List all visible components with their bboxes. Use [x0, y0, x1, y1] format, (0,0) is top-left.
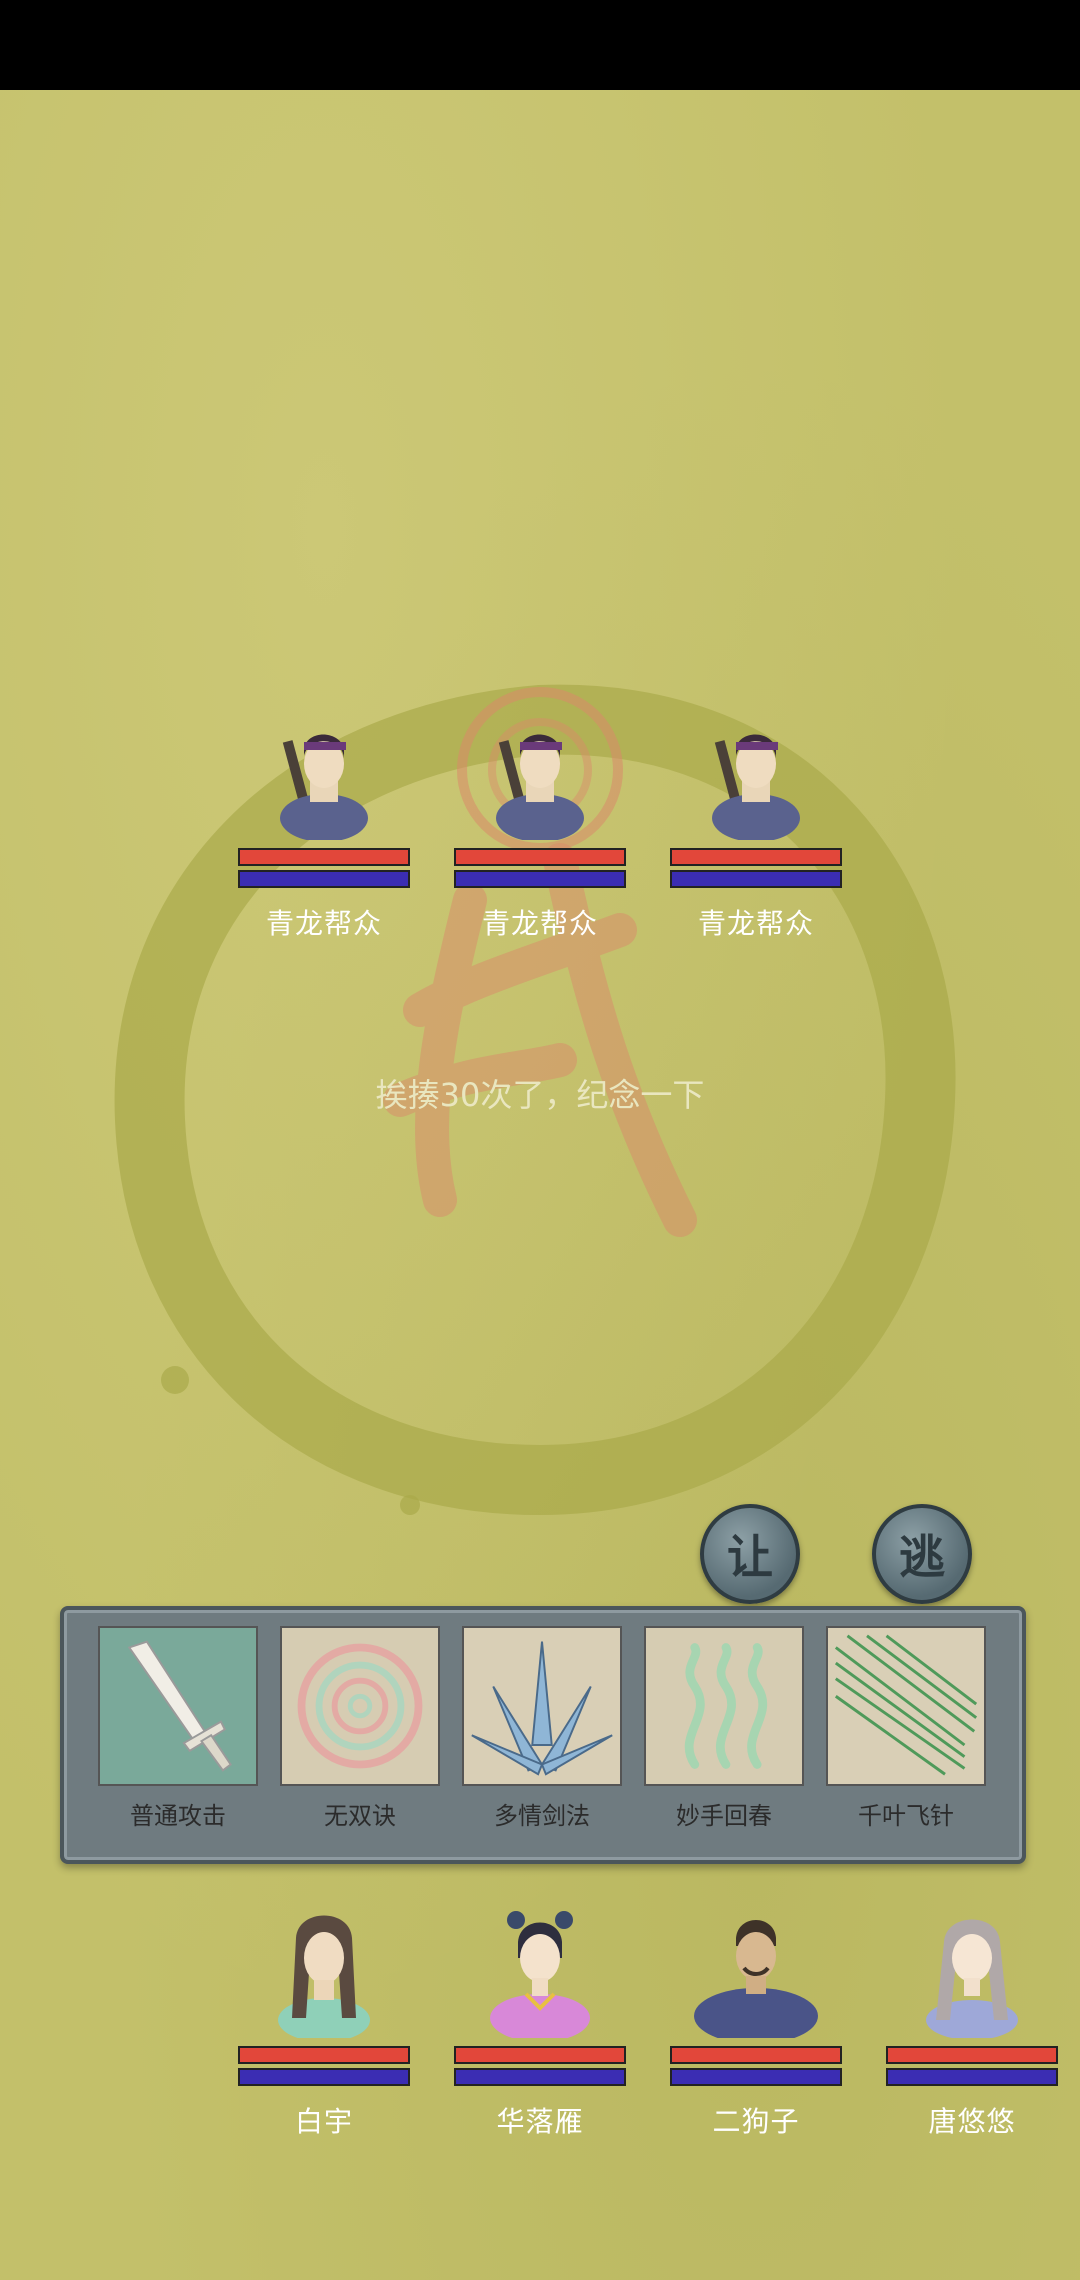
party-member-name: 华落雁 — [496, 2105, 584, 2138]
mp-bar — [670, 870, 842, 888]
bandit-portrait — [280, 734, 368, 842]
flee-button[interactable]: 逃 — [872, 1504, 972, 1604]
skill-label: 多情剑法 — [494, 1802, 590, 1830]
party-member[interactable]: 华落雁 — [454, 1898, 626, 2140]
hp-bar — [238, 848, 410, 866]
yield-button[interactable]: 让 — [700, 1504, 800, 1604]
swirl-icon — [280, 1626, 440, 1786]
hp-bar — [670, 2046, 842, 2064]
hp-bar — [454, 848, 626, 866]
enemy-name: 青龙帮众 — [481, 907, 598, 940]
mp-bar — [238, 2068, 410, 2086]
battle-screen: 青龙帮众 青龙帮众 青龙帮众 挨揍30次了，纪念一下 让 逃 普通攻击 无双诀 … — [0, 0, 1080, 2280]
needles-icon — [826, 1626, 986, 1786]
hualuoyan-portrait — [490, 1911, 590, 2042]
skill-duoqing[interactable]: 多情剑法 — [462, 1626, 622, 1831]
skill-label: 普通攻击 — [130, 1802, 226, 1830]
mp-bar — [238, 870, 410, 888]
skill-label: 妙手回春 — [676, 1802, 772, 1830]
hp-bar — [238, 2046, 410, 2064]
healing-icon — [644, 1626, 804, 1786]
enemy-unit[interactable]: 青龙帮众 — [670, 700, 842, 942]
status-bar — [0, 0, 1080, 90]
party-member-name: 白宇 — [294, 2105, 353, 2138]
bandit-portrait — [496, 734, 584, 842]
hp-bar — [886, 2046, 1058, 2064]
skill-label: 无双诀 — [324, 1802, 396, 1830]
bandit-portrait — [712, 734, 800, 842]
party-member-name: 唐悠悠 — [928, 2105, 1016, 2138]
hp-bar — [454, 2046, 626, 2064]
battle-message: 挨揍30次了，纪念一下 — [375, 1076, 705, 1114]
enemy-unit[interactable]: 青龙帮众 — [454, 700, 626, 942]
multi-sword-icon — [462, 1626, 622, 1786]
tangyouyou-portrait — [926, 1919, 1018, 2040]
skill-miaoshou[interactable]: 妙手回春 — [644, 1626, 804, 1831]
party-member-name: 二狗子 — [712, 2105, 800, 2138]
mp-bar — [670, 2068, 842, 2086]
party-member[interactable]: 二狗子 — [670, 1898, 842, 2140]
ergouzi-portrait — [694, 1920, 818, 2044]
skill-label: 千叶飞针 — [858, 1802, 954, 1830]
mp-bar — [454, 870, 626, 888]
party-member[interactable]: 白宇 — [238, 1898, 410, 2140]
mp-bar — [886, 2068, 1058, 2086]
baiyu-portrait — [278, 1915, 370, 2042]
party-member[interactable]: 唐悠悠 — [886, 1898, 1058, 2140]
hp-bar — [670, 848, 842, 866]
enemy-unit[interactable]: 青龙帮众 — [238, 700, 410, 942]
skill-panel: 普通攻击 无双诀 多情剑法 妙手回春 千叶飞针 — [60, 1606, 1026, 1864]
skill-attack[interactable]: 普通攻击 — [98, 1626, 258, 1831]
mp-bar — [454, 2068, 626, 2086]
enemy-name: 青龙帮众 — [697, 907, 814, 940]
sword-icon — [98, 1626, 258, 1786]
skill-wushuang[interactable]: 无双诀 — [280, 1626, 440, 1831]
enemy-name: 青龙帮众 — [265, 907, 382, 940]
skill-qianye[interactable]: 千叶飞针 — [826, 1626, 986, 1831]
